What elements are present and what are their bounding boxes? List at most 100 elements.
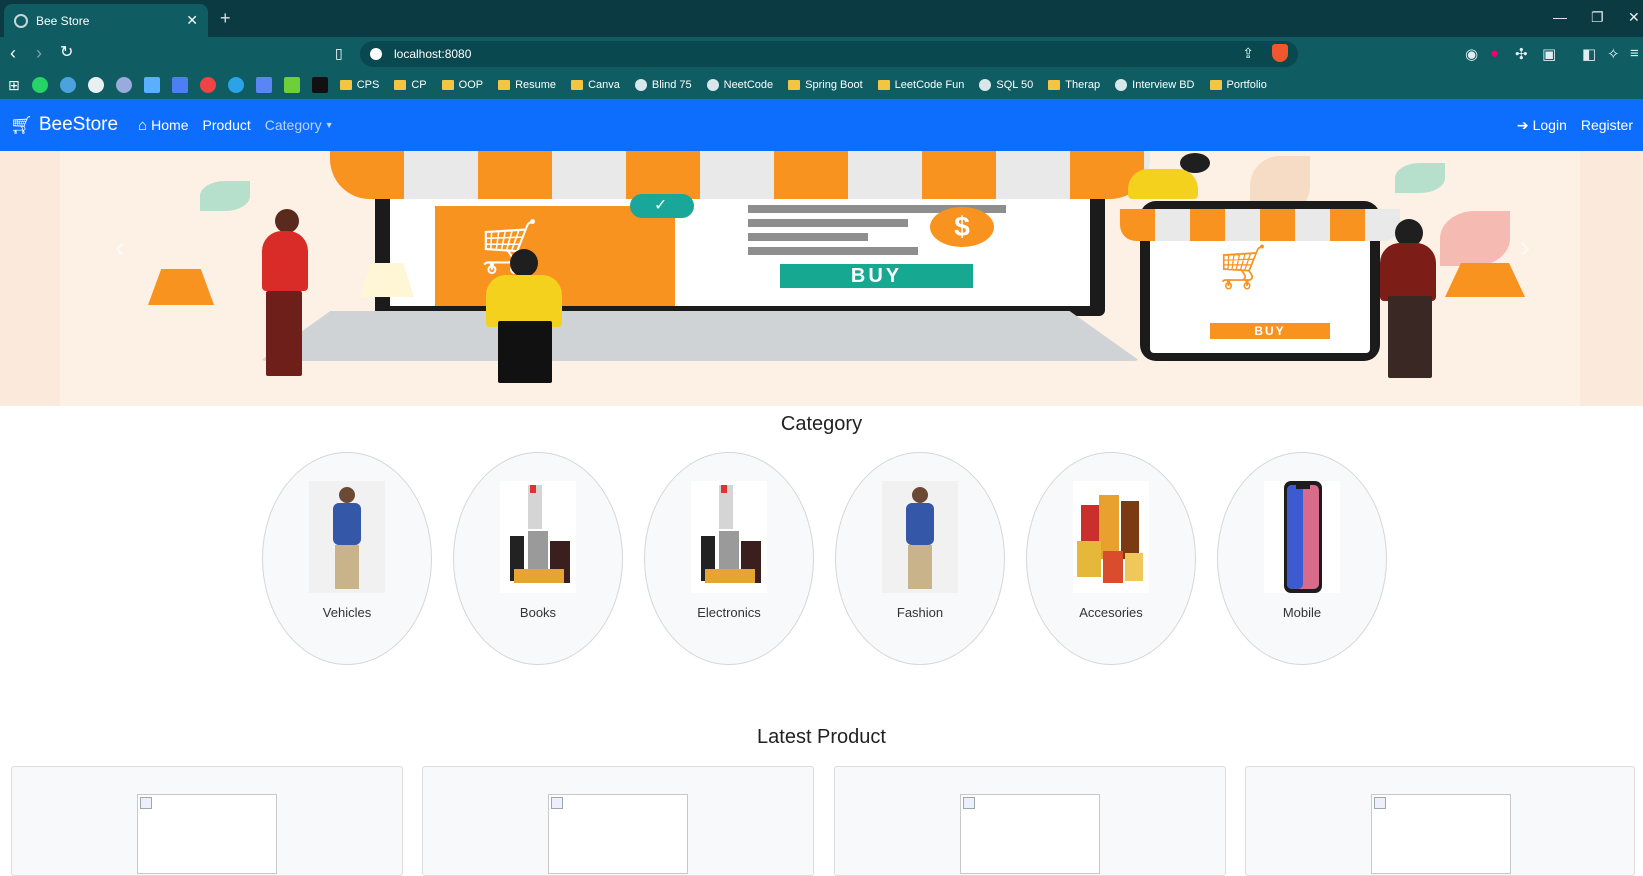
chatgpt-icon[interactable] (115, 77, 132, 93)
broken-image-icon (1374, 797, 1386, 809)
close-tab-icon[interactable]: ✕ (186, 12, 198, 29)
bookmark-blind75[interactable]: Blind 75 (634, 79, 692, 91)
bookmark-leetcode-fun[interactable]: LeetCode Fun (877, 79, 964, 91)
close-window-icon[interactable]: ✕ (1628, 9, 1640, 26)
bookmark-resume[interactable]: Resume (498, 79, 556, 91)
download-icon[interactable] (283, 77, 300, 93)
forms-icon[interactable] (255, 77, 272, 93)
bookmark-portfolio[interactable]: Portfolio (1209, 79, 1267, 91)
leo-icon[interactable]: ✧ (1607, 45, 1620, 63)
flame-icon (634, 79, 647, 91)
category-card-fashion[interactable]: Fashion (835, 452, 1005, 665)
nav-category-dropdown[interactable]: Category ▼ (265, 117, 334, 133)
product-image-placeholder[interactable] (1371, 794, 1511, 874)
person-legs (498, 321, 552, 383)
appliances-image (500, 481, 576, 593)
person-woman-red (262, 231, 308, 291)
back-icon[interactable]: ‹ (10, 43, 16, 63)
reload-icon[interactable]: ↻ (60, 43, 73, 63)
bookmark-neetcode[interactable]: NeetCode (706, 79, 774, 91)
bookmark-interview-bd[interactable]: Interview BD (1115, 79, 1195, 91)
category-label: Vehicles (322, 605, 372, 620)
bookmark-label: SQL 50 (996, 79, 1034, 91)
product-card[interactable] (1245, 766, 1635, 876)
apps-icon[interactable]: ⊞ (8, 77, 20, 93)
minimize-icon[interactable]: — (1553, 9, 1567, 25)
tab-title: Bee Store (36, 13, 90, 28)
product-card[interactable] (11, 766, 403, 876)
category-card-accesories[interactable]: Accesories (1026, 452, 1196, 665)
camera-icon[interactable]: ◉ (1465, 45, 1478, 63)
sidebar-icon[interactable]: ◧ (1582, 45, 1596, 63)
restore-icon[interactable]: ❐ (1591, 9, 1604, 26)
url-bar[interactable]: localhost:8080 ⇪ (360, 41, 1298, 67)
dollar-badge: $ (930, 207, 994, 247)
category-card-vehicles[interactable]: Vehicles (262, 452, 432, 665)
docs-icon[interactable] (171, 77, 188, 93)
nav-home[interactable]: ⌂ Home (138, 117, 188, 134)
category-label: Accesories (1079, 605, 1143, 620)
translate-icon[interactable] (59, 77, 76, 93)
product-image-placeholder[interactable] (548, 794, 688, 874)
browser-tab[interactable]: Bee Store ✕ (4, 4, 208, 37)
site-info-icon[interactable] (370, 48, 382, 60)
folder-icon (571, 80, 584, 90)
product-card[interactable] (834, 766, 1226, 876)
new-tab-icon[interactable]: + (220, 8, 231, 29)
nav-login[interactable]: ➔ Login (1517, 117, 1567, 134)
nav-product[interactable]: Product (203, 117, 251, 133)
banner-buy-graphic: BUY (780, 264, 973, 288)
category-label: Mobile (1282, 605, 1322, 620)
globe-icon (1115, 79, 1128, 91)
category-card-books[interactable]: Books (453, 452, 623, 665)
bookmark-cps[interactable]: CPS (339, 79, 380, 91)
bookmark-label: CPS (356, 79, 380, 91)
brand-link[interactable]: 🛒︎ BeeStore (10, 114, 118, 136)
menu-icon[interactable]: ≡ (1630, 45, 1639, 62)
bookmark-oop[interactable]: OOP (441, 79, 484, 91)
globe-icon (14, 13, 28, 28)
bookmark-cp[interactable]: CP (394, 79, 427, 91)
bookmark-canva[interactable]: Canva (571, 79, 620, 91)
bookmark-sql50[interactable]: SQL 50 (979, 79, 1033, 91)
person-head (510, 249, 538, 277)
bookmark-label: Canva (588, 79, 620, 91)
telegram-icon[interactable] (227, 77, 244, 93)
product-card[interactable] (422, 766, 814, 876)
latest-product-heading: Latest Product (757, 726, 886, 748)
brave-shield-icon[interactable] (1272, 44, 1288, 62)
bookmark-icon[interactable]: ▯ (335, 43, 343, 63)
extension-icon[interactable]: ● (1490, 45, 1499, 62)
puzzle-icon[interactable]: ✣ (1515, 45, 1528, 63)
category-card-mobile[interactable]: Mobile (1217, 452, 1387, 665)
nav-register[interactable]: Register (1581, 117, 1633, 133)
gemini-icon[interactable] (143, 77, 160, 93)
nav-home-label: Home (151, 117, 189, 133)
vk-icon[interactable] (311, 77, 328, 93)
text-line (748, 233, 868, 241)
category-label: Fashion (896, 605, 944, 620)
bookmark-label: OOP (458, 79, 484, 91)
person-head (275, 209, 299, 233)
bookmark-spring-boot[interactable]: Spring Boot (788, 79, 863, 91)
product-image-placeholder[interactable] (960, 794, 1100, 874)
media-icon[interactable]: ▣ (1542, 45, 1556, 63)
login-icon: ➔ (1516, 116, 1529, 133)
folder-icon (788, 80, 801, 90)
bookmark-therap[interactable]: Therap (1048, 79, 1100, 91)
nav-category-label: Category (264, 117, 322, 133)
link-icon[interactable] (87, 77, 104, 93)
person-legs (1388, 296, 1432, 378)
whatsapp-icon[interactable] (31, 77, 48, 93)
category-card-electronics[interactable]: Electronics (644, 452, 814, 665)
bookmark-label: NeetCode (723, 79, 774, 91)
messenger-icon[interactable] (199, 77, 216, 93)
forward-icon[interactable]: › (36, 43, 42, 63)
carousel-prev-icon[interactable]: ‹ (115, 231, 125, 265)
carousel-next-icon[interactable]: › (1520, 231, 1530, 265)
share-icon[interactable]: ⇪ (1242, 45, 1254, 62)
folder-icon (498, 80, 511, 90)
appliances-image (691, 481, 767, 593)
folder-icon (394, 80, 407, 90)
product-image-placeholder[interactable] (137, 794, 277, 874)
